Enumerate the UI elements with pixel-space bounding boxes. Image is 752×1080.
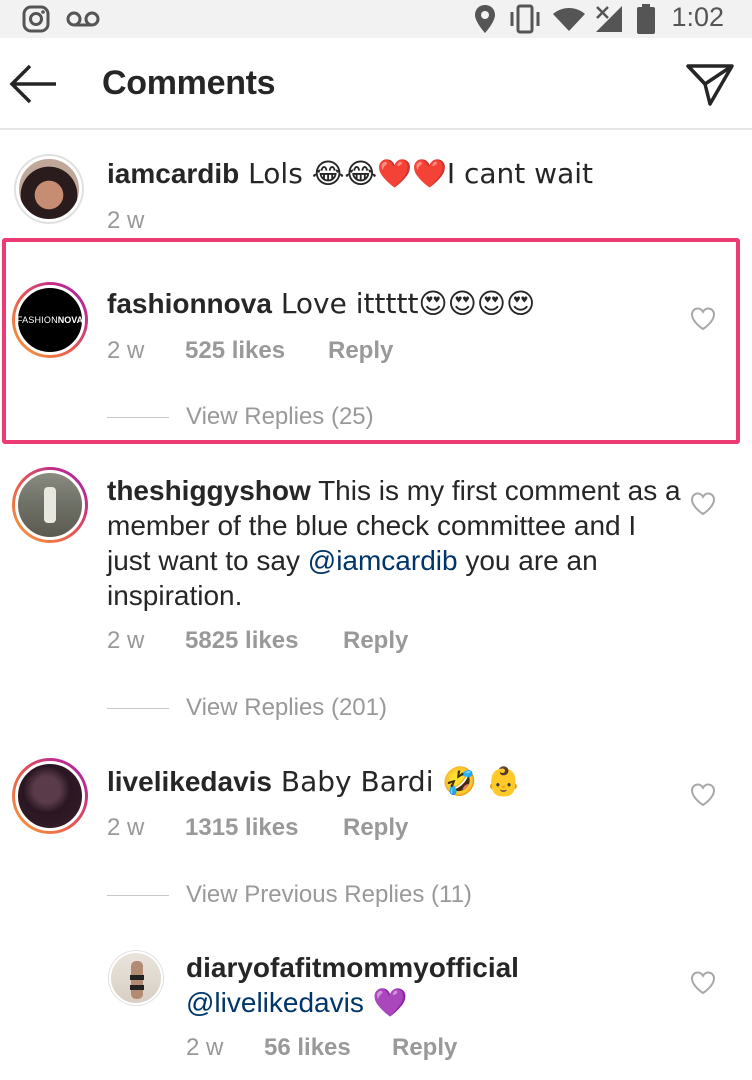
comment-text: diaryofafitmommyofficial @livelikedavis 💜	[186, 950, 666, 1020]
avatar-photo	[15, 470, 85, 540]
likes-count[interactable]: 525 likes	[185, 337, 285, 365]
comment-text: iamcardib Lols 😂😂❤️❤️I cant wait	[107, 156, 667, 191]
heart-icon[interactable]	[690, 970, 716, 996]
avatar[interactable]	[108, 950, 164, 1006]
status-time: 1:02	[671, 2, 724, 32]
comment-time: 2 w	[107, 207, 145, 234]
comment-item: iamcardib Lols 😂😂❤️❤️I cant wait 2 w	[0, 150, 752, 240]
comment-time: 2 w	[107, 627, 145, 654]
comment-time: 2 w	[107, 814, 145, 841]
comment-time: 2 w	[186, 1034, 224, 1061]
heart-icon[interactable]	[690, 782, 716, 808]
comment-username[interactable]: iamcardib	[107, 158, 239, 189]
divider-line	[107, 895, 169, 896]
status-bar: 1:02	[0, 0, 752, 38]
comment-item: theshiggyshow This is my first comment a…	[0, 465, 752, 735]
divider-line	[107, 417, 169, 418]
comment-text: theshiggyshow This is my first comment a…	[107, 473, 682, 613]
reply-button[interactable]: Reply	[392, 1034, 457, 1062]
comment-item: FASHION NOVA fashionnova Love ittttt😍😍😍😍 …	[0, 280, 752, 440]
view-replies-link[interactable]: View Previous Replies (11)	[186, 881, 472, 909]
view-replies-link[interactable]: View Replies (25)	[186, 403, 374, 431]
comment-text: fashionnova Love ittttt😍😍😍😍	[107, 286, 667, 321]
mention-link[interactable]: @iamcardib	[308, 545, 458, 576]
comment-meta: 2 w 1315 likes Reply	[107, 814, 507, 844]
heart-icon[interactable]	[690, 306, 716, 332]
avatar[interactable]	[14, 154, 84, 224]
avatar-photo	[15, 761, 85, 831]
comment-body: Baby Bardi 🤣 👶	[272, 765, 521, 798]
view-replies-link[interactable]: View Replies (201)	[186, 694, 387, 722]
likes-count[interactable]: 5825 likes	[185, 627, 298, 655]
comment-body: Lols 😂😂❤️❤️I cant wait	[239, 157, 593, 190]
reply-item: diaryofafitmommyofficial @livelikedavis 💜…	[0, 946, 752, 1076]
instagram-icon	[22, 5, 50, 33]
avatar-photo	[109, 951, 163, 1005]
likes-count[interactable]: 1315 likes	[185, 814, 298, 842]
comment-meta: 2 w 5825 likes Reply	[107, 627, 507, 657]
heart-icon[interactable]	[690, 491, 716, 517]
comment-item: livelikedavis Baby Bardi 🤣 👶 2 w 1315 li…	[0, 756, 752, 926]
comment-username[interactable]: theshiggyshow	[107, 475, 311, 506]
signal-icon	[596, 6, 622, 32]
comment-body: 💜	[363, 986, 408, 1019]
mention-link[interactable]: @livelikedavis	[186, 987, 364, 1018]
comment-username[interactable]: livelikedavis	[107, 766, 272, 797]
arrow-left-icon[interactable]	[6, 62, 62, 106]
avatar-logo: FASHION NOVA	[15, 285, 85, 355]
avatar-logo-text-b: NOVA	[57, 315, 84, 325]
comment-meta: 2 w 56 likes Reply	[186, 1034, 586, 1064]
reply-button[interactable]: Reply	[328, 337, 393, 365]
avatar-logo-text-a: FASHION	[16, 315, 58, 325]
avatar[interactable]	[12, 758, 88, 834]
send-icon[interactable]	[684, 60, 736, 108]
comment-meta: 2 w 525 likes Reply	[107, 337, 507, 367]
comment-username[interactable]: diaryofafitmommyofficial	[186, 952, 519, 983]
comment-text: livelikedavis Baby Bardi 🤣 👶	[107, 764, 667, 799]
reply-button[interactable]: Reply	[343, 814, 408, 842]
avatar[interactable]	[12, 467, 88, 543]
comment-time: 2 w	[107, 337, 145, 364]
avatar[interactable]: FASHION NOVA	[12, 282, 88, 358]
battery-icon	[637, 4, 655, 34]
page-title: Comments	[102, 64, 276, 102]
header-bar: Comments	[0, 38, 752, 130]
comment-username[interactable]: fashionnova	[107, 288, 272, 319]
reply-button[interactable]: Reply	[343, 627, 408, 655]
comment-body: Love ittttt😍😍😍😍	[271, 287, 536, 320]
wifi-icon	[553, 8, 585, 31]
avatar-photo	[16, 156, 82, 222]
voicemail-icon	[66, 11, 100, 27]
divider-line	[107, 708, 169, 709]
vibrate-icon	[510, 4, 540, 34]
likes-count[interactable]: 56 likes	[264, 1034, 351, 1062]
comment-meta: 2 w	[107, 207, 144, 235]
location-icon	[475, 5, 495, 33]
